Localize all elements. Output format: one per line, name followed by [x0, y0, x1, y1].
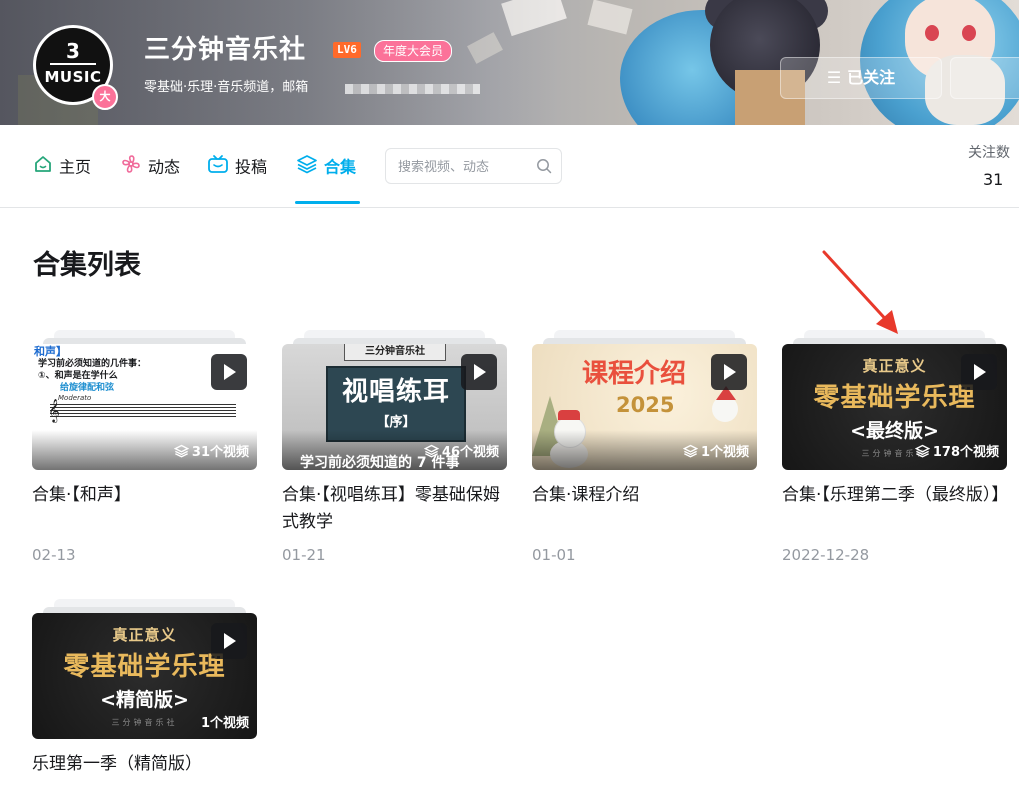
- treble-clef-icon: 𝄞: [48, 398, 60, 422]
- avatar-divider: [50, 63, 96, 65]
- follow-button-label: 已关注: [847, 68, 896, 87]
- play-button[interactable]: [211, 623, 247, 659]
- channel-name: 三分钟音乐社: [144, 35, 307, 65]
- banner-art: [925, 25, 939, 41]
- collection-title[interactable]: 乐理第一季（精简版）: [32, 751, 252, 778]
- tab-collections-label: 合集: [324, 157, 357, 177]
- collection-title[interactable]: 合集·【视唱练耳】零基础保姆式教学: [282, 482, 502, 536]
- home-icon: [33, 154, 53, 182]
- collection-thumbnail[interactable]: 真正意义 零基础学乐理 <精简版> 三分钟音乐社 1个视频: [32, 613, 257, 739]
- play-button[interactable]: [211, 354, 247, 390]
- collection-thumbnail[interactable]: 和声】 学习前必须知道的几件事： ①、和声是在学什么 给旋律配和弦 Modera…: [32, 344, 257, 470]
- tab-uploads-label: 投稿: [235, 157, 268, 177]
- menu-icon: ☰: [826, 68, 842, 87]
- level-badge: LV6: [333, 42, 361, 58]
- message-button[interactable]: [950, 57, 1019, 99]
- avatar-text: MUSIC: [44, 68, 102, 86]
- video-count: 46个视频: [423, 444, 499, 464]
- tab-home-label: 主页: [59, 157, 92, 177]
- play-icon: [974, 364, 986, 380]
- play-button[interactable]: [711, 354, 747, 390]
- video-count: 1个视频: [682, 444, 749, 464]
- follow-button[interactable]: ☰ 已关注: [780, 57, 942, 99]
- thumb-text: 给旋律配和弦: [60, 383, 115, 393]
- annotation-arrow-icon: [822, 250, 898, 334]
- collection-thumbnail[interactable]: 课程介绍 2025 1个视频: [532, 344, 757, 470]
- thumb-text: 2025: [616, 393, 675, 417]
- play-button[interactable]: [461, 354, 497, 390]
- redacted-email: [345, 84, 480, 94]
- channel-sign: 零基础·乐理·音乐频道，邮箱: [144, 80, 309, 95]
- layers-icon: [296, 154, 318, 182]
- tab-uploads[interactable]: 投稿: [207, 154, 267, 180]
- video-count: 31个视频: [173, 444, 249, 464]
- thumb-text: Moderato: [58, 394, 92, 402]
- hat-decoration: [558, 410, 580, 420]
- layers-icon: [682, 444, 699, 464]
- thumb-text: 三分钟音乐社: [344, 344, 446, 361]
- banner-art: [962, 25, 976, 41]
- thumb-text: 课程介绍: [582, 359, 687, 389]
- collection-date: 2022-12-28: [782, 546, 870, 564]
- following-count-value[interactable]: 31: [983, 170, 1003, 190]
- video-count-label: 1个视频: [200, 716, 249, 731]
- play-icon: [474, 364, 486, 380]
- layers-icon: [423, 444, 440, 464]
- collection-title[interactable]: 合集·课程介绍: [532, 482, 752, 509]
- play-icon: [224, 364, 236, 380]
- video-count: 1个视频: [201, 715, 249, 733]
- video-count: 178个视频: [914, 444, 999, 464]
- video-count-label: 178个视频: [932, 445, 999, 460]
- tab-home[interactable]: 主页: [33, 154, 91, 180]
- active-tab-indicator: [295, 201, 360, 204]
- thumb-text: <精简版>: [100, 689, 189, 711]
- tab-dynamic[interactable]: 动态: [120, 154, 180, 180]
- vip-badge[interactable]: 年度大会员: [374, 40, 453, 62]
- tv-icon: [207, 154, 229, 182]
- video-count-label: 1个视频: [700, 445, 749, 460]
- layers-icon: [173, 444, 190, 464]
- play-icon: [224, 633, 236, 649]
- music-staff: [50, 404, 236, 418]
- collection-title[interactable]: 合集·【和声】: [32, 482, 252, 509]
- collection-thumbnail[interactable]: 三分钟音乐社 视唱练耳 【序】 学习前必须知道的 7 件事 46个视频: [282, 344, 507, 470]
- pinwheel-icon: [120, 154, 142, 182]
- collection-date: 01-01: [532, 546, 576, 564]
- thumb-text: 视唱练耳: [341, 377, 450, 407]
- collection-title[interactable]: 合集·【乐理第二季（最终版）】: [782, 482, 1008, 509]
- collection-date: 02-13: [32, 546, 76, 564]
- collection-thumbnail[interactable]: 真正意义 零基础学乐理 <最终版> 三分钟音乐社 178个视频: [782, 344, 1007, 470]
- section-title: 合集列表: [33, 250, 141, 281]
- following-count-label[interactable]: 关注数: [968, 143, 1010, 163]
- avatar-number: 3: [66, 39, 80, 63]
- play-button[interactable]: [961, 354, 997, 390]
- play-icon: [724, 364, 736, 380]
- tab-dynamic-label: 动态: [148, 157, 181, 177]
- search-input[interactable]: [396, 156, 530, 178]
- collection-date: 01-21: [282, 546, 326, 564]
- layers-icon: [914, 444, 931, 464]
- avatar-badge: 大: [92, 84, 118, 110]
- tab-collections[interactable]: 合集: [296, 154, 356, 180]
- search-icon[interactable]: [536, 158, 552, 178]
- video-count-label: 31个视频: [191, 445, 249, 460]
- video-count-label: 46个视频: [441, 445, 499, 460]
- search-box[interactable]: [385, 148, 562, 184]
- banner-art: [587, 0, 633, 35]
- thumb-text: <最终版>: [850, 420, 939, 442]
